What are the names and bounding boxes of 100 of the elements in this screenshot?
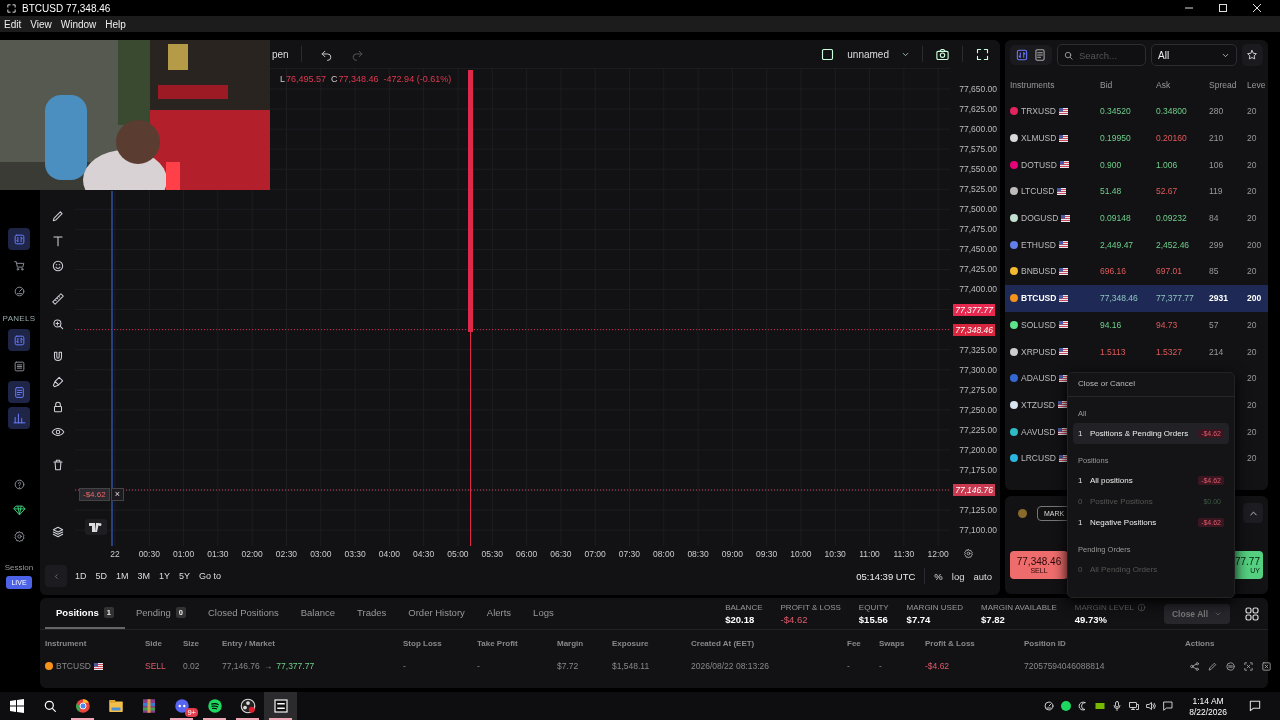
section-label: PANELS — [2, 314, 36, 323]
column-header: Size — [183, 638, 200, 648]
spread-value: 57 — [1209, 319, 1220, 330]
ohlc-value: L76,495.57 — [280, 74, 327, 84]
spread-value: 106 — [1209, 159, 1225, 170]
table-cell: 77,377.77 — [276, 661, 315, 671]
column-header: Margin — [557, 638, 585, 648]
column-header: Ask — [1156, 80, 1172, 90]
table-cell-text: - — [477, 661, 481, 671]
bid-price: 0.19950 — [1100, 133, 1132, 144]
stat-value: $7.82 — [981, 613, 1006, 625]
time-label: 07:00 — [583, 548, 607, 559]
menu-item-label: Negative Positions — [1090, 518, 1158, 527]
leverage-value: 20 — [1247, 133, 1258, 144]
stat-label: BALANCE — [725, 602, 763, 612]
window-title: BTCUSD 77,348.46 — [22, 2, 111, 14]
ask-price: 94.73 — [1156, 319, 1179, 330]
column-header: Position ID — [1024, 638, 1067, 648]
ask-price: 0.34800 — [1156, 106, 1188, 117]
column-header: Instrument — [45, 638, 88, 648]
spread-value: 299 — [1209, 239, 1225, 250]
price-label: 77,175.00 — [959, 464, 997, 475]
bid-price: 0.09148 — [1100, 213, 1132, 224]
price-label: 77,525.00 — [959, 184, 997, 195]
price-label: 77,200.00 — [959, 444, 997, 455]
time-label: 12:00 — [926, 548, 950, 559]
symbol-label: XLMUSD — [1021, 133, 1057, 144]
column-header: Stop Loss — [403, 638, 443, 648]
spread-value: 280 — [1209, 106, 1225, 117]
stat-label: MARGIN AVAILABLE — [981, 602, 1057, 612]
symbol-label: TRXUSD — [1021, 106, 1056, 117]
time-label: 01:00 — [171, 548, 196, 559]
leverage-value: 20 — [1247, 373, 1258, 384]
spread-value: 210 — [1209, 133, 1225, 144]
ask-price: 1.5327 — [1156, 346, 1183, 357]
ohlc-value: C 77,348.46 — [331, 74, 379, 84]
column-header: Spread — [1209, 80, 1238, 90]
price-label: 77,625.00 — [959, 104, 997, 115]
ask-price: 0.09232 — [1156, 213, 1188, 224]
table-cell-text: - — [403, 661, 407, 671]
menu-item-label: All positions — [1090, 476, 1134, 485]
column-header: Swaps — [879, 638, 906, 648]
time-label: 07:30 — [617, 548, 642, 559]
time-label: 05:30 — [480, 548, 504, 559]
leverage-value: 20 — [1247, 159, 1258, 170]
ask-price: 77,377.77 — [1156, 293, 1195, 304]
stat-value: $7.74 — [906, 613, 932, 625]
leverage-value: 200 — [1247, 293, 1263, 304]
menu-title: Close or Cancel — [1068, 373, 1234, 397]
bid-price: 77,348.46 — [1100, 293, 1139, 304]
time-label: 05:00 — [446, 548, 470, 559]
leverage-value: 20 — [1247, 426, 1258, 437]
column-header: Actions — [1185, 638, 1216, 648]
bid-price: 2,449.47 — [1100, 239, 1135, 250]
time-label: 06:30 — [549, 548, 573, 559]
count-label: 1 — [1078, 429, 1084, 438]
leverage-value: 20 — [1247, 346, 1258, 357]
stat-label: MARGIN USED — [906, 602, 964, 612]
column-header: Fee — [847, 638, 862, 648]
leverage-value: 20 — [1247, 186, 1258, 197]
column-header: Profit & Loss — [925, 638, 976, 648]
column-header: Side — [145, 638, 163, 648]
leverage-value: 20 — [1247, 266, 1258, 277]
leverage-value: 20 — [1247, 453, 1258, 464]
stat-label: MARGIN LEVEL — [1074, 602, 1134, 612]
table-cell-text: -$4.62 — [925, 661, 951, 671]
bid-price: 94.16 — [1100, 319, 1123, 330]
time-label: 08:30 — [686, 548, 710, 559]
column-header: Bid — [1100, 80, 1114, 90]
price-label: 77,275.00 — [959, 384, 997, 395]
time-label: 08:00 — [652, 548, 676, 559]
time-label: 04:00 — [377, 548, 401, 559]
time-label: 09:30 — [755, 548, 779, 559]
time-label: 11:30 — [892, 548, 916, 559]
time-label: 22 — [109, 548, 121, 559]
position-pnl-label: -$4.62 — [79, 488, 110, 501]
menu-item-label: Positions & Pending Orders — [1090, 429, 1190, 438]
stat-value: 49.73% — [1074, 613, 1109, 625]
table-cell-text: $1,548.11 — [612, 661, 651, 671]
ask-price: 0.20160 — [1156, 133, 1188, 144]
price-label: 77,650.00 — [959, 84, 997, 94]
spread-value: 85 — [1209, 266, 1220, 277]
price-label: 77,600.00 — [959, 124, 997, 135]
time-label: 03:00 — [309, 548, 333, 559]
price-label: 77,250.00 — [959, 404, 997, 415]
bid-price: 51.48 — [1100, 186, 1123, 197]
symbol-label: XRPUSD — [1021, 346, 1057, 357]
price-label: 77,575.00 — [959, 144, 997, 155]
price-tag: 77,348.46 — [953, 323, 995, 336]
table-cell-text: 0.02 — [183, 661, 201, 671]
spread-value: 2931 — [1209, 293, 1229, 304]
time-label: 10:30 — [823, 548, 847, 559]
bid-price: 1.5113 — [1100, 346, 1127, 357]
leverage-value: 20 — [1247, 106, 1258, 117]
arrow-label: → — [263, 661, 273, 671]
column-header: Entry / Market — [222, 638, 276, 648]
count-label: 1 — [1078, 476, 1084, 485]
leverage-value: 20 — [1247, 399, 1258, 410]
bid-price: 0.34520 — [1100, 106, 1132, 117]
price-label: 77,500.00 — [959, 204, 997, 215]
